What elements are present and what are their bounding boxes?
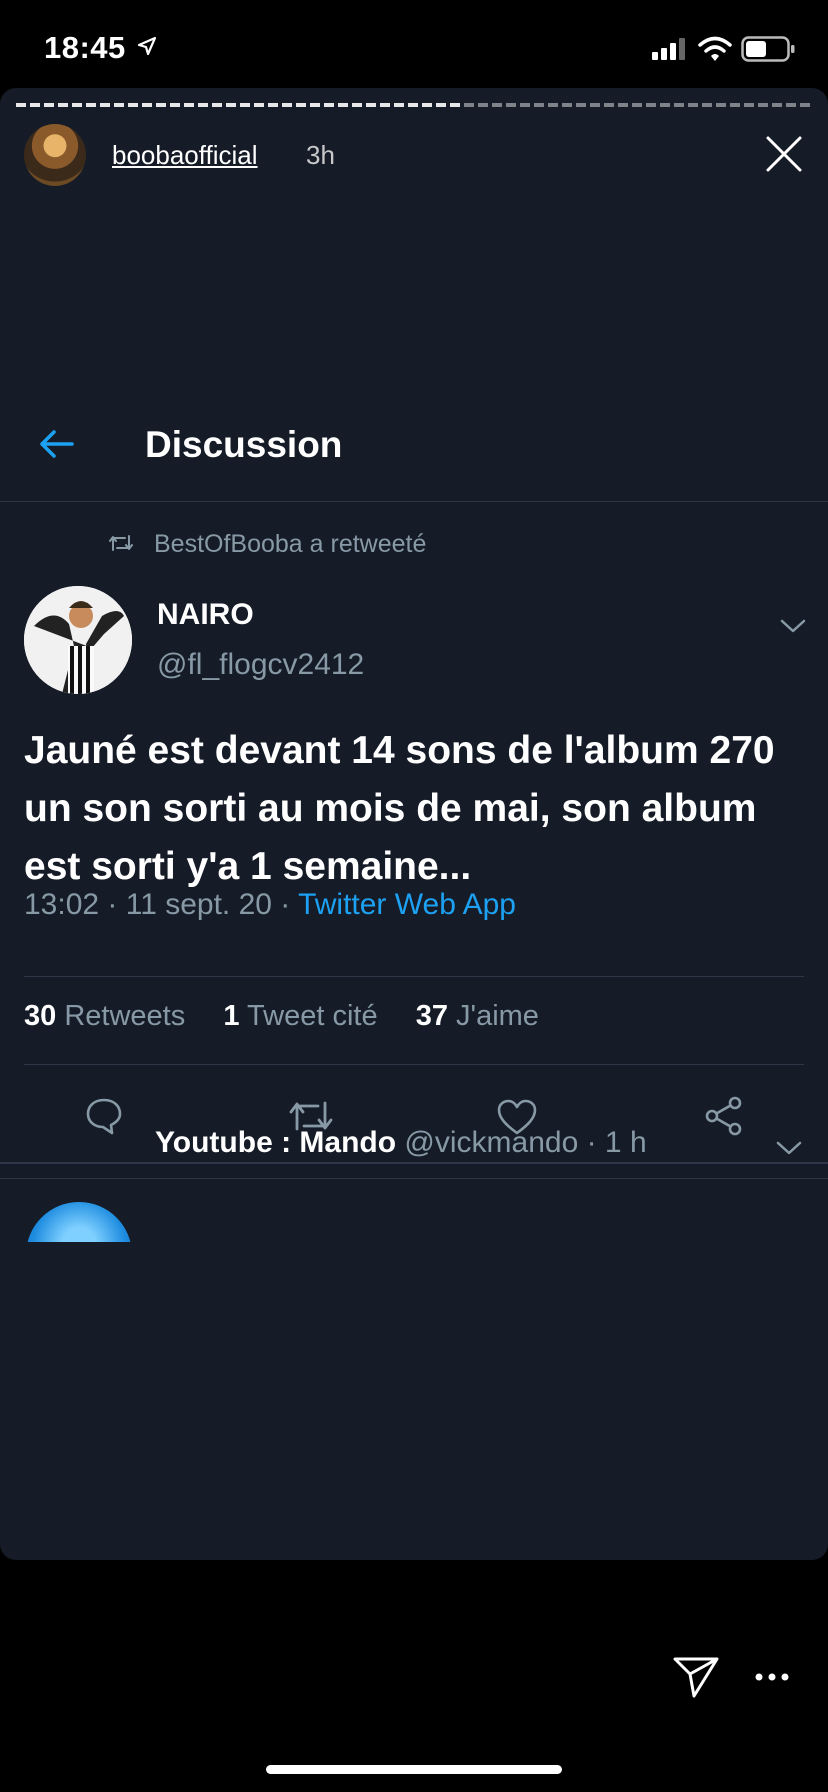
wifi-icon bbox=[698, 36, 732, 61]
cellular-signal-icon bbox=[652, 38, 685, 60]
tweet-author-handle[interactable]: @fl_flogcv2412 bbox=[157, 648, 364, 682]
avatar-photo bbox=[24, 586, 132, 694]
reply-avatar-clip bbox=[0, 1202, 828, 1242]
reply-author-name[interactable]: Youtube : Mando bbox=[155, 1126, 396, 1159]
home-indicator[interactable] bbox=[266, 1765, 562, 1774]
retweets-count[interactable]: 30 bbox=[24, 1000, 56, 1032]
stats-divider bbox=[24, 1064, 804, 1065]
retweets-label[interactable]: Retweets bbox=[64, 1000, 185, 1032]
status-time: 18:45 bbox=[44, 30, 126, 65]
reply-chevron-down-icon[interactable] bbox=[776, 1140, 802, 1156]
chevron-down-icon[interactable] bbox=[780, 618, 806, 634]
tweet-author-name[interactable]: NAIRO bbox=[157, 598, 254, 632]
reply-divider bbox=[0, 1178, 828, 1179]
reply-header: Youtube : Mando @vickmando · 1 h bbox=[155, 1126, 647, 1160]
location-arrow-icon bbox=[137, 36, 157, 56]
reply-icon[interactable] bbox=[84, 1096, 124, 1136]
story-username[interactable]: boobaofficial bbox=[112, 140, 258, 171]
back-arrow-icon[interactable] bbox=[38, 428, 74, 460]
share-icon[interactable] bbox=[704, 1096, 744, 1136]
tweet-stats: 30 Retweets 1 Tweet cité 37 J'aime bbox=[24, 1000, 539, 1033]
retweeted-by-label[interactable]: BestOfBooba a retweeté bbox=[154, 530, 426, 559]
battery-icon bbox=[741, 36, 795, 62]
story-time-ago: 3h bbox=[306, 140, 335, 170]
likes-label[interactable]: J'aime bbox=[456, 1000, 539, 1032]
likes-count[interactable]: 37 bbox=[416, 1000, 448, 1032]
story-progress-bar bbox=[16, 103, 812, 107]
tweet-bottom-divider bbox=[0, 1162, 828, 1164]
tweet-author-avatar[interactable] bbox=[24, 586, 132, 694]
quotes-count[interactable]: 1 bbox=[223, 1000, 239, 1032]
close-icon[interactable] bbox=[764, 134, 804, 174]
story-card[interactable]: boobaofficial 3h Discussion BestOfBooba … bbox=[0, 88, 828, 1560]
story-user-avatar[interactable] bbox=[24, 124, 86, 186]
tweet-source[interactable]: Twitter Web App bbox=[298, 888, 516, 921]
tweet-date: 13:02 · 11 sept. 20 · bbox=[24, 888, 299, 921]
meta-divider bbox=[24, 976, 804, 977]
reply-author-meta[interactable]: @vickmando · 1 h bbox=[404, 1126, 646, 1159]
header-divider bbox=[0, 501, 828, 502]
send-icon[interactable] bbox=[672, 1654, 720, 1700]
tweet-text: Jauné est devant 14 sons de l'album 270 … bbox=[24, 729, 775, 888]
more-options-icon[interactable] bbox=[754, 1672, 790, 1682]
quotes-label[interactable]: Tweet cité bbox=[247, 1000, 378, 1032]
status-bar: 18:45 bbox=[0, 0, 828, 90]
tweet-timestamp: 13:02 · 11 sept. 20 · Twitter Web App bbox=[24, 888, 516, 922]
reply-author-avatar[interactable] bbox=[26, 1202, 132, 1242]
retweet-small-icon bbox=[109, 535, 133, 551]
page-title: Discussion bbox=[145, 424, 343, 465]
